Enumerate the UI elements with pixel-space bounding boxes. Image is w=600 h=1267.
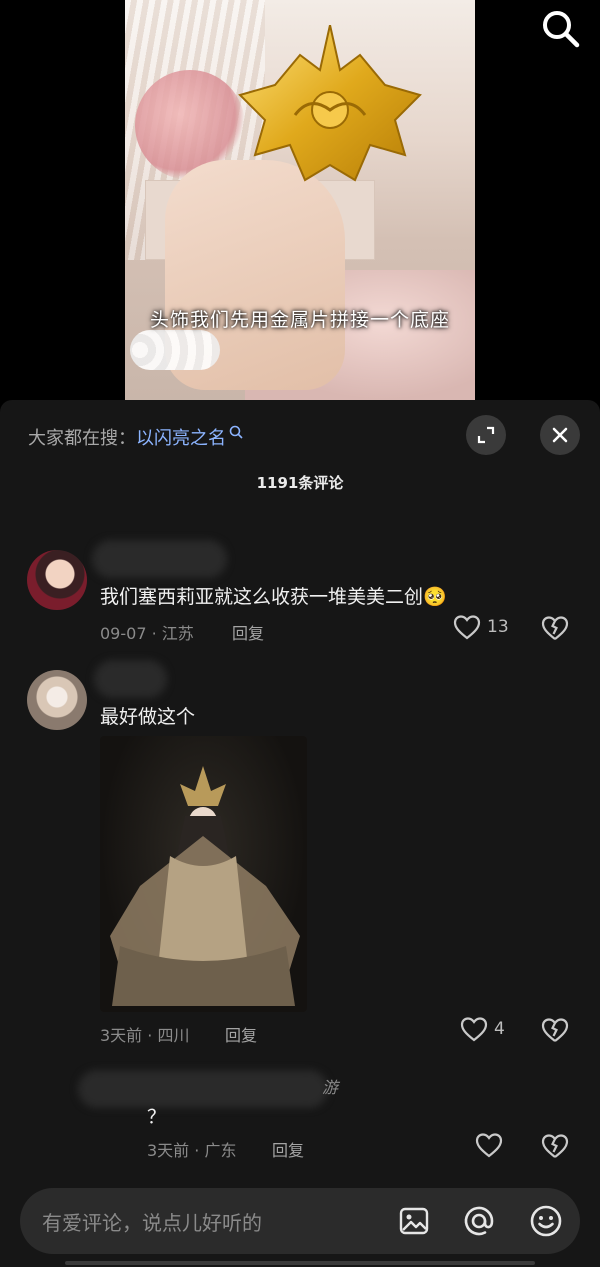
doll-picture <box>110 766 300 1006</box>
username-blurred[interactable] <box>92 540 227 578</box>
comment-time: 09-07 <box>100 624 147 643</box>
dislike-button[interactable] <box>541 615 569 645</box>
image-button[interactable] <box>396 1203 432 1239</box>
comment-text: 我们塞西莉亚就这么收获一堆美美二创🥺 <box>100 582 447 609</box>
username-blurred[interactable] <box>78 1070 328 1108</box>
like-count: 4 <box>494 1019 505 1039</box>
comment-sheet: 大家都在搜：以闪亮之名 1191条评论 我们塞西莉亚就这么收获一堆美美二创🥺 0… <box>0 400 600 1267</box>
reply-button[interactable]: 回复 <box>225 1022 257 1046</box>
hot-search[interactable]: 大家都在搜：以闪亮之名 <box>28 424 244 450</box>
video-caption: 头饰我们先用金属片拼接一个底座 <box>149 309 450 331</box>
video-player[interactable]: 头饰我们先用金属片拼接一个底座 <box>0 0 600 400</box>
broken-heart-icon <box>541 616 569 640</box>
search-icon <box>228 424 244 445</box>
comment-count-title: 1191条评论 <box>256 474 344 492</box>
image-icon <box>399 1207 429 1235</box>
username-blurred[interactable] <box>94 660 167 698</box>
expand-icon <box>477 426 495 444</box>
like-button[interactable] <box>475 1132 509 1158</box>
expand-button[interactable] <box>466 415 506 455</box>
close-button[interactable] <box>540 415 580 455</box>
pleading-emoji: 🥺 <box>423 586 447 608</box>
dislike-button[interactable] <box>541 1017 569 1047</box>
emoji-button[interactable] <box>528 1203 564 1239</box>
like-button[interactable]: 4 <box>460 1016 505 1042</box>
home-indicator <box>65 1261 535 1265</box>
comment-image[interactable] <box>100 736 307 1012</box>
avatar[interactable] <box>27 670 87 730</box>
hot-search-label: 大家都在搜： <box>28 428 136 449</box>
comment-location: 广东 <box>204 1141 237 1160</box>
reply-button[interactable]: 回复 <box>272 1137 304 1161</box>
like-count: 13 <box>487 617 509 637</box>
video-frame[interactable]: 头饰我们先用金属片拼接一个底座 <box>125 0 475 400</box>
search-icon[interactable] <box>538 6 582 50</box>
comment-location: 四川 <box>157 1026 190 1045</box>
heart-icon <box>453 615 481 640</box>
mention-button[interactable] <box>461 1203 497 1239</box>
heart-icon <box>460 1017 488 1042</box>
comment-text: ？ <box>147 1106 167 1128</box>
gold-crown <box>238 25 422 182</box>
comment-time: 3天前 <box>100 1026 143 1045</box>
like-button[interactable]: 13 <box>453 614 509 640</box>
comment-text: 最好做这个 <box>100 706 196 728</box>
close-icon <box>552 427 568 443</box>
comment-text-body: 我们塞西莉亚就这么收获一堆美美二创 <box>100 586 424 608</box>
comment-location: 江苏 <box>161 624 194 643</box>
pearl-bracelet <box>130 330 220 370</box>
heart-icon <box>475 1133 503 1158</box>
comment-meta: 3天前 · 广东 <box>147 1141 237 1160</box>
at-icon <box>464 1206 494 1236</box>
comment-input[interactable]: 有爱评论，说点儿好听的 <box>42 1207 262 1236</box>
broken-heart-icon <box>541 1018 569 1042</box>
hot-search-keyword[interactable]: 以闪亮之名 <box>136 428 226 449</box>
comment-time: 3天前 <box>147 1141 190 1160</box>
comment-input-bar[interactable]: 有爱评论，说点儿好听的 <box>20 1188 580 1254</box>
broken-heart-icon <box>541 1134 569 1158</box>
dislike-button[interactable] <box>541 1133 569 1163</box>
comment-meta: 09-07 · 江苏 <box>100 624 194 643</box>
emoji-icon <box>530 1205 562 1237</box>
comment-meta: 3天前 · 四川 <box>100 1026 190 1045</box>
reply-button[interactable]: 回复 <box>232 620 264 644</box>
reply-name-suffix: 游 <box>322 1078 339 1097</box>
avatar[interactable] <box>27 550 87 610</box>
